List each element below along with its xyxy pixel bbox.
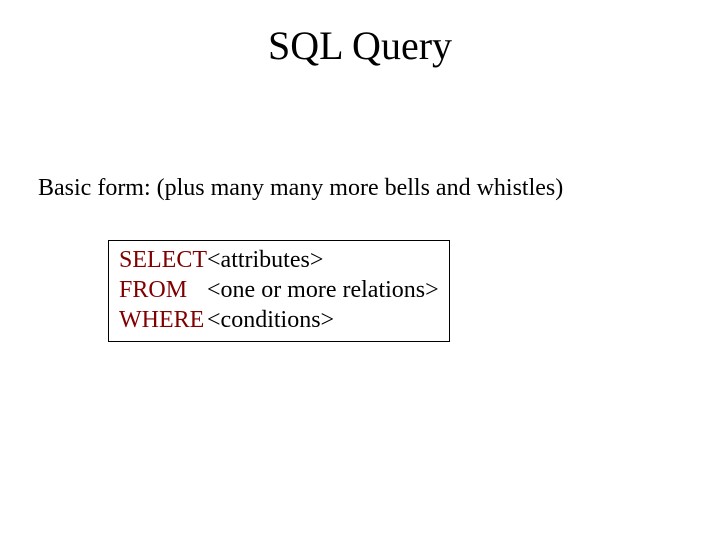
sql-keyword: FROM	[119, 275, 207, 305]
sql-row: WHERE <conditions>	[119, 305, 439, 335]
sql-keyword: SELECT	[119, 245, 207, 275]
sql-row: FROM <one or more relations>	[119, 275, 439, 305]
sql-arg: <one or more relations>	[207, 275, 439, 305]
sql-template-box: SELECT <attributes> FROM <one or more re…	[108, 240, 450, 342]
sql-template-table: SELECT <attributes> FROM <one or more re…	[119, 245, 439, 335]
sql-arg: <conditions>	[207, 305, 439, 335]
sql-row: SELECT <attributes>	[119, 245, 439, 275]
sql-arg: <attributes>	[207, 245, 439, 275]
slide-subhead: Basic form: (plus many many more bells a…	[38, 175, 563, 202]
slide-title: SQL Query	[0, 22, 720, 69]
sql-keyword: WHERE	[119, 305, 207, 335]
slide: SQL Query Basic form: (plus many many mo…	[0, 0, 720, 540]
